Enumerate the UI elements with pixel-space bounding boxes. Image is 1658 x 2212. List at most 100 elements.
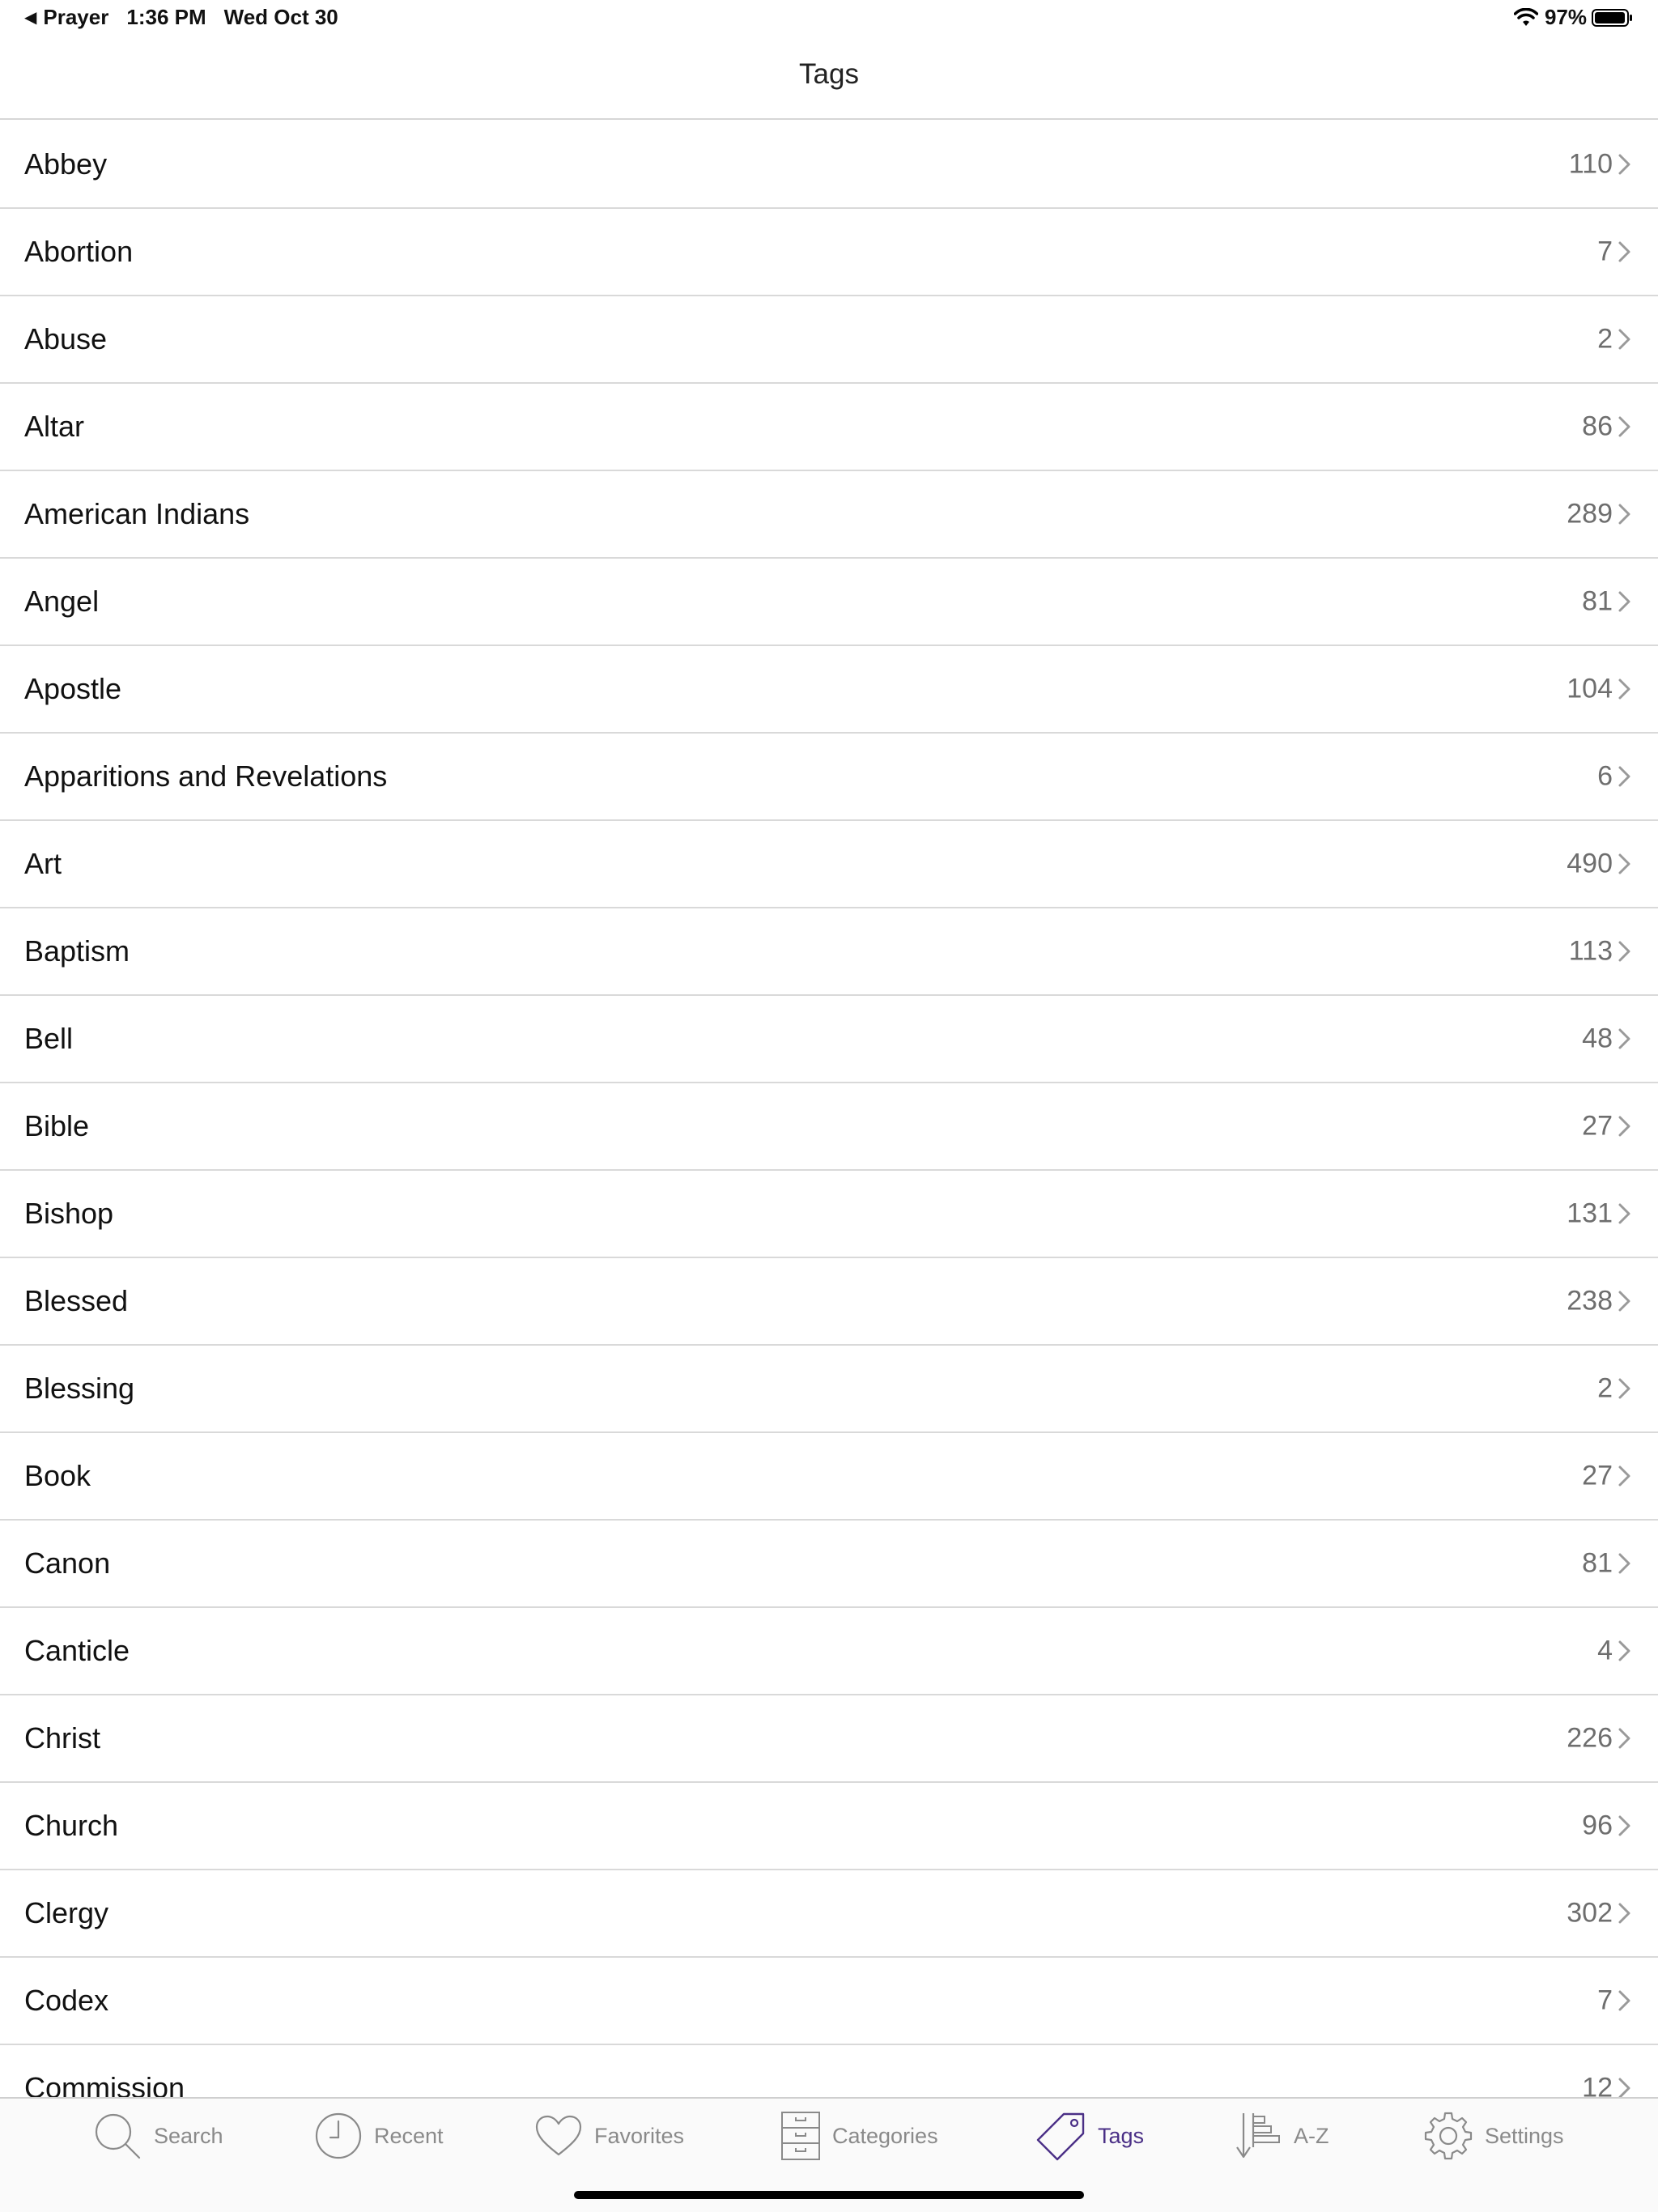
tag-row[interactable]: Bell 48 [0, 996, 1658, 1083]
tag-row[interactable]: Canticle 4 [0, 1608, 1658, 1695]
tag-label: American Indians [24, 497, 250, 530]
tag-row[interactable]: American Indians 289 [0, 471, 1658, 559]
tag-row[interactable]: Baptism 113 [0, 908, 1658, 996]
tag-count: 48 [1582, 1023, 1613, 1054]
tab-recent-label: Recent [374, 2123, 444, 2148]
tag-count: 104 [1567, 673, 1613, 704]
tag-row[interactable]: Book 27 [0, 1433, 1658, 1521]
tag-count: 7 [1597, 1984, 1613, 2016]
tag-count: 131 [1567, 1197, 1613, 1229]
tag-label: Bishop [24, 1197, 114, 1230]
tag-label: Apparitions and Revelations [24, 759, 388, 793]
tag-row[interactable]: Angel 81 [0, 559, 1658, 646]
tag-label: Angel [24, 585, 100, 618]
tag-count: 110 [1568, 148, 1613, 180]
chevron-right-icon [1618, 1378, 1630, 1399]
tag-row[interactable]: Apostle 104 [0, 646, 1658, 734]
tag-row[interactable]: Altar 86 [0, 384, 1658, 471]
tag-row[interactable]: Clergy 302 [0, 1870, 1658, 1958]
tag-row[interactable]: Bishop 131 [0, 1171, 1658, 1258]
tag-row[interactable]: Codex 7 [0, 1958, 1658, 2045]
tab-az[interactable]: A-Z [1234, 2110, 1329, 2162]
tab-recent[interactable]: Recent [314, 2110, 444, 2162]
tag-row[interactable]: Canon 81 [0, 1521, 1658, 1608]
home-indicator[interactable] [574, 2191, 1084, 2199]
chevron-right-icon [1618, 591, 1630, 612]
tag-label: Canon [24, 1546, 111, 1580]
tab-favorites[interactable]: Favorites [534, 2110, 684, 2162]
tag-label: Apostle [24, 672, 122, 705]
tag-row[interactable]: Bible 27 [0, 1083, 1658, 1171]
tag-row[interactable]: Church 96 [0, 1783, 1658, 1870]
tag-count: 6 [1597, 760, 1613, 792]
tag-count: 302 [1567, 1897, 1613, 1929]
tag-label: Christ [24, 1721, 101, 1755]
tag-count: 4 [1597, 1635, 1613, 1666]
search-icon [92, 2111, 142, 2161]
tag-count: 2 [1597, 1372, 1613, 1404]
tab-categories[interactable]: Categories [780, 2110, 938, 2162]
tag-label: Abbey [24, 147, 108, 181]
page-title: Tags [799, 58, 859, 90]
tag-label: Clergy [24, 1896, 109, 1929]
tag-count: 27 [1582, 1460, 1613, 1491]
tab-tags[interactable]: Tags [1036, 2110, 1144, 2162]
tag-label: Baptism [24, 934, 130, 968]
tag-row[interactable]: Blessing 2 [0, 1346, 1658, 1433]
chevron-right-icon [1618, 241, 1630, 262]
chevron-right-icon [1618, 1990, 1630, 2011]
tag-label: Church [24, 1809, 119, 1842]
status-bar: ◀ Prayer 1:36 PM Wed Oct 30 97% [0, 0, 1658, 37]
tag-label: Codex [24, 1984, 109, 2017]
tab-az-label: A-Z [1294, 2123, 1329, 2148]
tab-search-label: Search [154, 2123, 223, 2148]
tag-count: 96 [1582, 1810, 1613, 1841]
tag-row[interactable]: Apparitions and Revelations 6 [0, 734, 1658, 821]
tag-count: 238 [1567, 1285, 1613, 1317]
tag-label: Book [24, 1459, 91, 1492]
status-date: Wed Oct 30 [223, 5, 338, 29]
chevron-right-icon [1618, 1291, 1630, 1312]
tag-row[interactable]: Blessed 238 [0, 1258, 1658, 1346]
tag-row[interactable]: Abortion 7 [0, 209, 1658, 296]
wifi-icon [1513, 7, 1538, 28]
tag-label: Blessed [24, 1284, 129, 1317]
status-time: 1:36 PM [126, 5, 206, 29]
chevron-right-icon [1618, 1465, 1630, 1487]
tag-count: 27 [1582, 1110, 1613, 1142]
chevron-right-icon [1618, 678, 1630, 700]
chevron-right-icon [1618, 416, 1630, 437]
tag-row[interactable]: Art 490 [0, 821, 1658, 908]
tab-tags-label: Tags [1098, 2123, 1145, 2148]
back-to-app-button[interactable]: ◀ Prayer 1:36 PM Wed Oct 30 [24, 5, 338, 30]
tag-label: Blessing [24, 1372, 135, 1405]
tag-list[interactable]: Abbey 110 Abortion 7 Abuse 2 Altar 86 American I… [0, 121, 1658, 2097]
tag-label: Canticle [24, 1634, 130, 1667]
tag-count: 113 [1568, 935, 1613, 967]
tag-count: 2 [1597, 323, 1613, 355]
gear-icon [1423, 2111, 1473, 2161]
chevron-right-icon [1618, 1203, 1630, 1224]
chevron-right-icon [1618, 504, 1630, 525]
chevron-right-icon [1618, 329, 1630, 350]
tag-count: 226 [1567, 1722, 1613, 1754]
tag-row[interactable]: Commission 12 [0, 2045, 1658, 2097]
heart-icon [534, 2114, 583, 2158]
tab-settings[interactable]: Settings [1423, 2110, 1564, 2162]
tag-icon [1036, 2111, 1086, 2161]
tag-label: Bell [24, 1022, 74, 1055]
chevron-right-icon [1618, 766, 1630, 787]
tag-row[interactable]: Abbey 110 [0, 121, 1658, 209]
tag-row[interactable]: Christ 226 [0, 1695, 1658, 1783]
navigation-bar: Tags [0, 37, 1658, 120]
tag-row[interactable]: Abuse 2 [0, 296, 1658, 384]
tab-favorites-label: Favorites [594, 2123, 685, 2148]
tag-label: Altar [24, 410, 85, 443]
tag-label: Commission [24, 2071, 185, 2097]
tag-label: Abuse [24, 322, 108, 355]
back-caret-icon: ◀ [24, 9, 37, 27]
tag-count: 81 [1582, 585, 1613, 617]
tag-count: 81 [1582, 1547, 1613, 1579]
tab-search[interactable]: Search [92, 2110, 223, 2162]
chevron-right-icon [1618, 1028, 1630, 1049]
